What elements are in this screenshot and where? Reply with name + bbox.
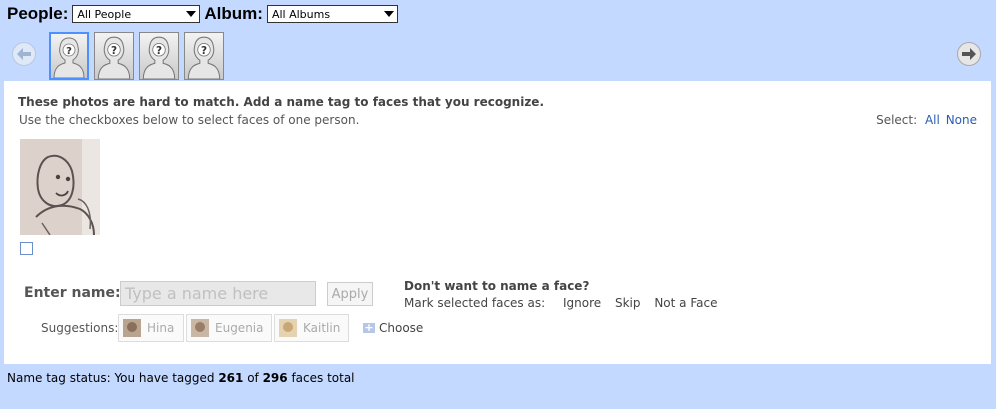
suggestion-chip[interactable]: Hina	[118, 314, 184, 342]
status-of: of	[243, 371, 263, 385]
filter-bar: People: All People Album: All Albums	[7, 4, 402, 24]
unknown-person-icon: ?	[187, 36, 221, 79]
avatar	[191, 319, 209, 337]
status-tagged-count: 261	[218, 371, 244, 385]
panel-subtitle: Use the checkboxes below to select faces…	[19, 113, 360, 127]
skip-link[interactable]: Skip	[615, 296, 641, 310]
people-select[interactable]: All People	[72, 5, 201, 23]
choose-button[interactable]: + Choose	[363, 321, 423, 335]
dont-want-title: Don't want to name a face?	[404, 279, 590, 293]
choose-label: Choose	[379, 321, 424, 335]
album-select-value: All Albums	[271, 7, 331, 21]
select-label: Select:	[876, 113, 918, 127]
name-input[interactable]: Type a name here	[120, 281, 316, 306]
unknown-person-icon: ?	[142, 36, 176, 79]
arrow-right-icon	[962, 48, 976, 60]
arrow-left-icon	[17, 48, 31, 60]
suggestions-label: Suggestions:	[41, 321, 119, 335]
panel-title: These photos are hard to match. Add a na…	[18, 95, 545, 109]
mark-faces-line: Mark selected faces as: Ignore Skip Not …	[404, 296, 717, 310]
select-none-link[interactable]: None	[946, 113, 977, 127]
album-select[interactable]: All Albums	[266, 5, 398, 23]
album-label: Album:	[204, 4, 263, 23]
face-thumb[interactable]: ?	[94, 32, 134, 80]
chevron-down-icon	[186, 11, 197, 17]
apply-button[interactable]: Apply	[327, 282, 373, 306]
status-prefix: Name tag status: You have tagged	[7, 371, 219, 385]
prev-button[interactable]	[12, 42, 36, 66]
enter-name-label: Enter name:	[24, 285, 121, 301]
unknown-person-icon: ?	[97, 36, 131, 79]
avatar	[279, 319, 297, 337]
suggestion-name: Hina	[147, 321, 175, 335]
name-tag-status: Name tag status: You have tagged 261 of …	[7, 371, 355, 385]
face-checkbox[interactable]	[20, 242, 33, 255]
select-all-link[interactable]: All	[925, 113, 940, 127]
suggestion-name: Eugenia	[215, 321, 264, 335]
status-suffix: faces total	[287, 371, 355, 385]
suggestion-chip[interactable]: Kaitlin	[274, 314, 349, 342]
avatar	[123, 319, 141, 337]
people-select-value: All People	[77, 7, 132, 21]
face-thumb-label: ?	[111, 45, 117, 57]
not-a-face-link[interactable]: Not a Face	[654, 296, 717, 310]
face-thumb-label: ?	[66, 46, 72, 57]
face-thumb[interactable]: ?	[139, 32, 179, 80]
people-label: People:	[7, 4, 69, 23]
select-controls: Select: All None	[876, 113, 977, 127]
plus-icon: +	[363, 321, 375, 334]
mark-label: Mark selected faces as:	[404, 296, 546, 310]
sketched-face-image	[20, 139, 100, 235]
chevron-down-icon	[383, 11, 394, 17]
status-total-count: 296	[262, 371, 288, 385]
unknown-person-icon: ?	[53, 37, 85, 78]
face-thumb-label: ?	[201, 45, 207, 57]
suggestion-chip[interactable]: Eugenia	[186, 314, 272, 342]
next-button[interactable]	[957, 42, 981, 66]
ignore-link[interactable]: Ignore	[563, 296, 601, 310]
face-thumb-label: ?	[156, 45, 162, 57]
face-thumb[interactable]: ?	[184, 32, 224, 80]
face-panel: These photos are hard to match. Add a na…	[4, 81, 991, 364]
suggestion-name: Kaitlin	[303, 321, 341, 335]
face-thumb[interactable]: ?	[49, 32, 89, 80]
face-photo[interactable]	[20, 139, 100, 235]
